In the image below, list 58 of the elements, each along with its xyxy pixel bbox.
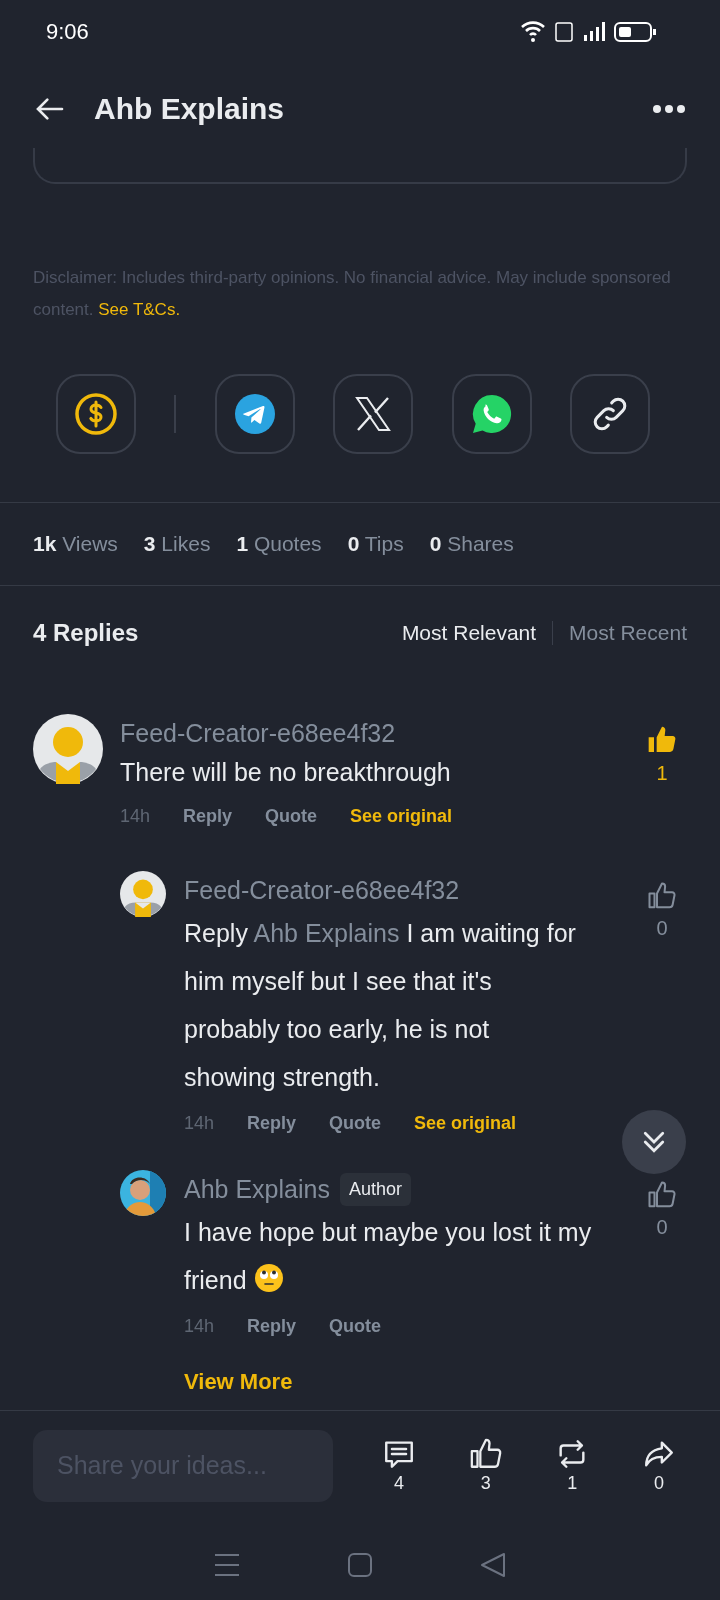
home-icon[interactable] <box>348 1553 372 1577</box>
comment-action[interactable]: Quote <box>265 806 318 827</box>
comment-text: Reply Ahb Explains I am waiting for him myself but I see that it's probably too early, he is not showing strength. <box>184 918 577 1093</box>
like-count: 1 <box>656 762 668 785</box>
menu-icon[interactable] <box>214 1552 240 1578</box>
stat-item: 0 Tips <box>347 532 404 556</box>
stat-item: 0 Shares <box>429 532 514 556</box>
avatar <box>120 871 166 917</box>
signal-icon <box>584 22 605 41</box>
comment-action[interactable]: Quote <box>329 1113 382 1134</box>
author-name[interactable]: Feed-Creator-e68ee4f32 <box>120 718 396 748</box>
sort-tab[interactable]: Most Recent <box>569 621 687 645</box>
bottom-action-button[interactable]: 4 <box>371 1437 427 1494</box>
see-original-link[interactable]: See original <box>350 806 453 827</box>
share-button[interactable] <box>569 374 650 454</box>
bottom-action-button[interactable]: 3 <box>457 1437 514 1494</box>
share-button[interactable] <box>451 374 532 454</box>
view-more-link[interactable]: View More <box>184 1369 293 1395</box>
comment-text: I have hope but maybe you lost it my friend <box>184 1217 593 1296</box>
comment-time: 14h <box>120 806 151 827</box>
author-name[interactable]: Ahb Explains <box>184 1174 330 1204</box>
like-count: 0 <box>656 917 668 940</box>
more-button[interactable] <box>652 104 686 114</box>
bottom-action-button[interactable]: 0 <box>630 1437 687 1494</box>
battery-icon <box>614 22 656 42</box>
telegram-icon <box>234 394 275 434</box>
stat-item: 3 Likes <box>143 532 211 556</box>
comment-time: 14h <box>184 1113 215 1134</box>
dollar-coin-icon <box>74 392 118 436</box>
comment-time: 14h <box>184 1316 215 1337</box>
status-time: 9:06 <box>46 19 89 45</box>
thumbs-up-icon[interactable] <box>647 1180 677 1210</box>
stat-item: 1 Quotes <box>236 532 322 556</box>
comment-action[interactable]: Quote <box>329 1316 382 1337</box>
page-title: Ahb Explains <box>94 92 286 126</box>
comment-action[interactable]: Reply <box>183 806 233 827</box>
author-badge: Author <box>339 1172 411 1206</box>
terms-link[interactable]: See T&Cs. <box>98 300 181 319</box>
whatsapp-icon <box>470 393 513 435</box>
comment-action[interactable]: Reply <box>247 1113 297 1134</box>
author-name[interactable]: Feed-Creator-e68ee4f32 <box>184 875 460 905</box>
x-logo-icon <box>354 395 393 433</box>
thumbs-up-icon[interactable] <box>647 881 677 911</box>
bottom-action-button[interactable]: 1 <box>544 1437 601 1494</box>
replies-title: 4 Replies <box>33 619 139 647</box>
like-count: 0 <box>656 1216 668 1239</box>
avatar <box>33 714 103 784</box>
thumbs-up-icon[interactable] <box>468 1437 503 1471</box>
stat-item: 1k Views <box>33 532 118 556</box>
share-button[interactable] <box>333 374 414 454</box>
share-button[interactable] <box>56 374 136 454</box>
comment-action[interactable]: Reply <box>247 1316 297 1337</box>
sort-tab[interactable]: Most Relevant <box>401 621 537 645</box>
wifi-icon <box>520 21 546 42</box>
back-icon[interactable] <box>480 1552 506 1578</box>
share-button[interactable] <box>214 374 295 454</box>
see-original-link[interactable]: See original <box>414 1113 517 1134</box>
comment-text: There will be no breakthrough <box>120 757 452 788</box>
